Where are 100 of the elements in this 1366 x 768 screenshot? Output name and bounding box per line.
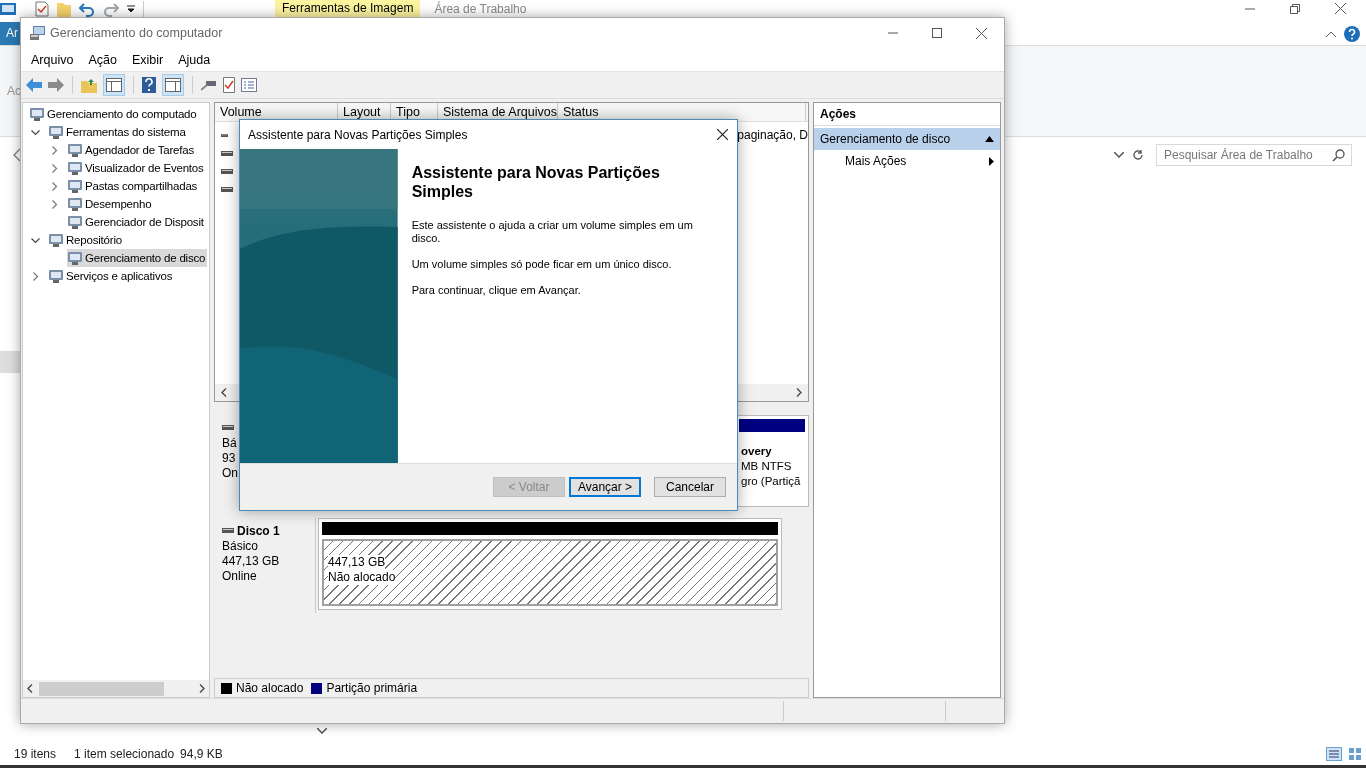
tree-item[interactable]: Serviços e aplicativos xyxy=(48,267,175,285)
menu-item[interactable]: Arquivo xyxy=(31,52,74,67)
dialog-button[interactable]: Cancelar xyxy=(654,477,726,497)
submenu-arrow-icon xyxy=(989,156,994,166)
window-title: Área de Trabalho xyxy=(434,1,527,16)
partition-text: Não alocado xyxy=(328,570,396,585)
legend-label: Partição primária xyxy=(326,681,418,695)
tree-item[interactable]: Gerenciador de Disposit xyxy=(67,213,206,231)
status-text: 94,9 KB xyxy=(180,747,223,761)
volume-icon xyxy=(221,186,233,192)
disk-name: Disco 1 xyxy=(237,523,280,538)
tree-item[interactable]: Pastas compartilhadas xyxy=(67,177,200,195)
close-icon[interactable] xyxy=(1335,3,1346,14)
ribbon-label: Ac xyxy=(7,84,21,98)
partition-text: MB NTFS xyxy=(741,459,793,474)
disk-icon xyxy=(222,425,234,430)
tree-node-icon xyxy=(48,232,64,248)
contextual-tab[interactable]: Ferramentas de Imagem xyxy=(275,0,421,17)
actions-section-header[interactable]: Gerenciamento de disco xyxy=(814,128,1000,150)
volume-icon xyxy=(221,168,233,174)
disk-icon xyxy=(222,528,234,533)
tree-node-icon xyxy=(29,106,45,122)
dropdown-icon[interactable] xyxy=(127,4,135,13)
disk-info: Básico xyxy=(222,539,260,554)
scroll-right-icon[interactable] xyxy=(199,684,205,693)
collapse-ribbon-icon[interactable] xyxy=(1326,30,1336,37)
tiles-view-icon[interactable] xyxy=(1348,747,1362,761)
tree-item[interactable]: Ferramentas do sistema xyxy=(48,123,188,141)
tree-node-icon xyxy=(67,214,83,230)
section-label: Gerenciamento de disco xyxy=(820,132,951,146)
details-view-icon[interactable] xyxy=(1326,747,1342,761)
legend-label: Não alocado xyxy=(236,681,304,695)
restore-icon[interactable] xyxy=(1290,3,1300,14)
tree-node-icon xyxy=(67,160,83,176)
partition-block[interactable]: overy MB NTFS gro (Partiçã xyxy=(739,419,805,503)
partition-text: overy xyxy=(741,444,773,459)
action-label: Mais Ações xyxy=(845,154,907,168)
checklist-icon[interactable] xyxy=(223,77,235,93)
tree-item[interactable]: Gerenciamento do computado xyxy=(29,105,199,123)
action-item[interactable]: Mais Ações xyxy=(814,150,1000,172)
collapse-triangle-icon[interactable] xyxy=(985,136,994,142)
dialog-paragraph: Para continuar, clique em Avançar. xyxy=(411,284,582,297)
table-cell: paginação, D xyxy=(737,128,808,142)
scroll-left-icon[interactable] xyxy=(221,388,227,397)
forward-arrow-icon[interactable] xyxy=(48,78,64,92)
undo-icon[interactable] xyxy=(79,0,95,17)
dialog-title: Assistente para Novas Partições Simples xyxy=(248,127,468,142)
tree-item[interactable]: Repositório xyxy=(48,231,124,249)
folder-up-icon[interactable] xyxy=(81,77,97,93)
connect-icon[interactable] xyxy=(201,78,217,92)
tree-item[interactable]: Agendador de Tarefas xyxy=(67,141,196,159)
dialog-button[interactable]: Avançar > xyxy=(569,477,641,497)
actions-title: Ações xyxy=(814,103,1000,126)
menu-item[interactable]: Ação xyxy=(88,52,117,67)
tree-node-icon xyxy=(48,124,64,140)
help-icon[interactable] xyxy=(1344,25,1360,42)
tree-item[interactable]: Gerenciamento de disco xyxy=(67,249,208,267)
partition-text: gro (Partiçã xyxy=(741,474,802,489)
close-icon[interactable] xyxy=(717,129,728,140)
tree-node-icon xyxy=(48,268,64,284)
maximize-icon[interactable] xyxy=(932,28,942,38)
window-title: Gerenciamento do computador xyxy=(50,26,223,40)
tree-item[interactable]: Visualizador de Eventos xyxy=(67,159,206,177)
status-text: 1 item selecionado xyxy=(74,747,175,761)
dialog-paragraph: Este assistente o ajuda a criar um volume simples em um disco. xyxy=(411,219,694,245)
back-icon[interactable] xyxy=(13,148,21,162)
tree-node-icon xyxy=(67,250,83,266)
computer-management-icon xyxy=(30,25,46,41)
dialog-heading: Assistente para Novas Partições Simples xyxy=(411,163,661,201)
refresh-icon[interactable] xyxy=(1132,149,1144,161)
disk-info: 447,13 GB xyxy=(222,554,281,569)
scroll-left-icon[interactable] xyxy=(27,684,33,693)
app-icon xyxy=(0,2,16,15)
properties-list-icon[interactable] xyxy=(241,78,257,92)
search-icon xyxy=(1332,148,1345,162)
console-tree-button[interactable] xyxy=(103,74,125,96)
tree-node-icon xyxy=(67,142,83,158)
action-pane-button[interactable] xyxy=(162,74,184,96)
ribbon-tab[interactable]: Ar xyxy=(0,22,21,45)
tree-item[interactable]: Desempenho xyxy=(67,195,154,213)
properties-icon[interactable] xyxy=(35,0,49,17)
search-field[interactable]: Pesquisar Área de Trabalho xyxy=(1156,144,1352,166)
chevron-down-icon[interactable] xyxy=(1114,152,1124,158)
disk-info: On xyxy=(222,466,239,481)
dialog-paragraph: Um volume simples só pode ficar em um único disco. xyxy=(411,258,673,271)
selection-highlight xyxy=(0,351,20,373)
volume-icon xyxy=(221,150,233,156)
menu-item[interactable]: Ajuda xyxy=(178,52,211,67)
partition-text: 447,13 GB xyxy=(328,555,386,570)
scroll-right-icon[interactable] xyxy=(796,388,802,397)
scrollbar-thumb[interactable] xyxy=(39,681,164,696)
close-icon[interactable] xyxy=(976,27,987,39)
scroll-down-icon[interactable] xyxy=(317,728,327,734)
menu-item[interactable]: Exibir xyxy=(131,52,164,67)
help-icon[interactable] xyxy=(142,77,156,93)
redo-icon[interactable] xyxy=(103,0,119,17)
status-text: 19 itens xyxy=(14,747,57,761)
back-arrow-icon[interactable] xyxy=(26,78,42,92)
tree-node-icon xyxy=(67,196,83,212)
disk-info: Bá xyxy=(222,436,238,451)
